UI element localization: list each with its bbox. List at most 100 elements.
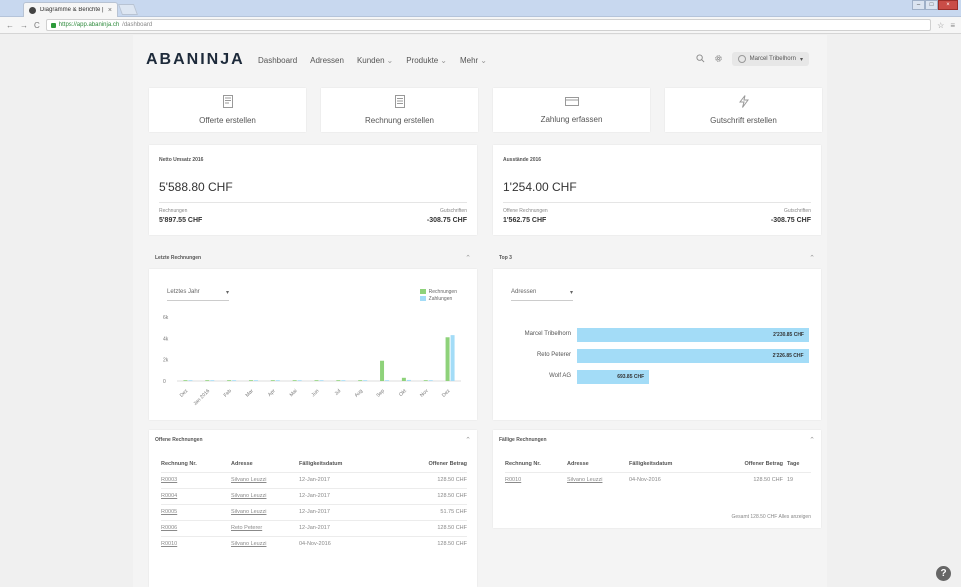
top3-bar: 2'226.85 CHF <box>577 349 809 363</box>
column-header[interactable]: Offener Betrag <box>717 456 783 472</box>
browser-menu-icon[interactable]: ≡ <box>950 21 955 30</box>
address-link[interactable]: Silvano Leuzzi <box>231 535 299 552</box>
help-icon[interactable]: ? <box>936 566 951 581</box>
nav-kunden[interactable]: Kunden ⌄ <box>357 56 393 65</box>
x-tick-label: Dez <box>441 388 452 399</box>
x-tick-label: Jul <box>333 388 342 397</box>
column-header[interactable]: Rechnung Nr. <box>161 456 231 472</box>
search-icon[interactable] <box>696 53 705 65</box>
collapse-icon[interactable]: ⌃ <box>809 436 815 444</box>
top3-filter-select[interactable]: Adressen ▾ <box>511 289 573 301</box>
x-tick-label: Nov <box>419 388 430 399</box>
abaninja-logo[interactable]: ABANINJA <box>146 51 245 69</box>
top3-name: Reto Peterer <box>536 352 571 358</box>
x-tick-label: Feb <box>223 388 233 398</box>
ausstaende-card: Ausstände 2016 1'254.00 CHF Offene Rechn… <box>493 145 821 235</box>
create-offer-button[interactable]: Offerte erstellen <box>149 88 306 132</box>
x-tick-label: Jan 2016 <box>192 388 211 407</box>
app-page: ABANINJA Dashboard Adressen Kunden ⌄ Prod… <box>133 35 827 587</box>
days-overdue: 19 <box>783 471 811 488</box>
tab-close-icon[interactable]: × <box>108 7 112 14</box>
due-date: 12-Jan-2017 <box>299 487 391 504</box>
back-button[interactable]: ← <box>6 21 14 30</box>
chart-bar <box>210 380 215 381</box>
column-header[interactable]: Adresse <box>231 456 299 472</box>
browser-tab[interactable]: Diagramme & Berichte | × <box>23 2 118 17</box>
due-date: 12-Jan-2017 <box>299 471 391 488</box>
address-link[interactable]: Reto Peterer <box>231 519 299 536</box>
column-header[interactable]: Rechnung Nr. <box>505 456 567 472</box>
user-menu-button[interactable]: Marcel Tribelhorn ▾ <box>731 52 809 66</box>
column-header[interactable]: Adresse <box>567 456 629 472</box>
nav-dashboard[interactable]: Dashboard <box>258 56 297 65</box>
open-amount: 128.50 CHF <box>391 519 467 536</box>
column-header[interactable]: Offener Betrag <box>391 456 467 472</box>
forward-button[interactable]: → <box>20 21 28 30</box>
address-link[interactable]: Silvano Leuzzi <box>231 487 299 504</box>
collapse-icon[interactable]: ⌃ <box>465 254 471 262</box>
chevron-down-icon: ⌄ <box>440 56 447 65</box>
invoice-number-link[interactable]: R0004 <box>161 487 231 504</box>
open-invoices-value: 1'562.75 CHF <box>503 217 547 224</box>
nav-adressen[interactable]: Adressen <box>310 56 344 65</box>
table-row[interactable]: R0006 Reto Peterer 12-Jan-2017 128.50 CHF <box>161 519 467 536</box>
table-row[interactable]: R0005 Silvano Leuzzi 12-Jan-2017 51.75 CHF <box>161 503 467 520</box>
invoice-number-link[interactable]: R0010 <box>161 535 231 552</box>
table-header-row: Rechnung Nr. Adresse Fälligkeitsdatum Of… <box>161 456 467 472</box>
minimize-button[interactable]: – <box>912 0 925 10</box>
top3-value: 693.85 CHF <box>617 374 645 380</box>
invoice-number-link[interactable]: R0010 <box>505 471 567 488</box>
chart-bar <box>292 380 297 381</box>
table-row[interactable]: R0003 Silvano Leuzzi 12-Jan-2017 128.50 CHF <box>161 471 467 488</box>
y-tick-label: 0 <box>163 379 166 385</box>
chart-bar <box>358 380 363 381</box>
record-payment-button[interactable]: Zahlung erfassen <box>493 88 650 132</box>
avatar <box>737 55 746 63</box>
open-invoices-label: Offene Rechnungen <box>503 208 548 214</box>
table-row[interactable]: R0010 Silvano Leuzzi 04-Nov-2016 128.50 CHF… <box>505 471 811 488</box>
invoice-number-link[interactable]: R0003 <box>161 471 231 488</box>
table-row[interactable]: R0004 Silvano Leuzzi 12-Jan-2017 128.50 CHF <box>161 487 467 504</box>
address-link[interactable]: Silvano Leuzzi <box>567 471 629 488</box>
open-invoices-card: Offene Rechnungen ⌃ Rechnung Nr. Adresse… <box>149 430 477 587</box>
create-invoice-button[interactable]: Rechnung erstellen <box>321 88 478 132</box>
bookmark-star-icon[interactable]: ☆ <box>937 21 944 30</box>
due-invoices-footer[interactable]: Gesamt 128.50 CHF Alles anzeigen <box>732 514 812 520</box>
reload-button[interactable]: C <box>34 21 40 30</box>
maximize-button[interactable]: □ <box>925 0 938 10</box>
x-tick-label: Mar <box>245 388 256 399</box>
x-tick-label: Apr <box>267 388 277 398</box>
top3-name: Wolf AG <box>549 373 571 379</box>
action-label: Zahlung erfassen <box>540 115 603 124</box>
column-header[interactable]: Tage <box>783 456 811 472</box>
x-tick-label: Okt <box>398 388 408 398</box>
column-header[interactable]: Fälligkeitsdatum <box>629 456 717 472</box>
ausstaende-value: 1'254.00 CHF <box>503 180 577 194</box>
column-header[interactable]: Fälligkeitsdatum <box>299 456 391 472</box>
invoice-number-link[interactable]: R0006 <box>161 519 231 536</box>
top3-bar: 693.85 CHF <box>577 370 650 384</box>
new-tab-button[interactable] <box>117 4 139 15</box>
invoice-number-link[interactable]: R0005 <box>161 503 231 520</box>
invoice-bar-chart: 02k4k6kDez Jan 2016 Feb Mar Apr Mai Jun Jul Aug S… <box>163 315 461 407</box>
chevron-down-icon: ▾ <box>799 56 803 63</box>
x-tick-label: Jun <box>310 388 320 398</box>
action-label: Gutschrift erstellen <box>710 116 777 125</box>
gear-icon[interactable] <box>714 54 723 65</box>
open-amount: 128.50 CHF <box>717 471 783 488</box>
nav-produkte[interactable]: Produkte ⌄ <box>406 56 447 65</box>
lock-icon <box>50 22 56 28</box>
panel-title: Offene Rechnungen <box>155 437 203 443</box>
chart-bar <box>232 380 237 381</box>
create-credit-button[interactable]: Gutschrift erstellen <box>665 88 822 132</box>
address-link[interactable]: Silvano Leuzzi <box>231 503 299 520</box>
collapse-icon[interactable]: ⌃ <box>809 254 815 262</box>
collapse-icon[interactable]: ⌃ <box>465 436 471 444</box>
nav-mehr[interactable]: Mehr ⌄ <box>460 56 487 65</box>
close-window-button[interactable]: × <box>938 0 958 10</box>
user-name: Marcel Tribelhorn <box>749 56 796 62</box>
table-row[interactable]: R0010 Silvano Leuzzi 04-Nov-2016 128.50 CHF <box>161 535 467 552</box>
address-link[interactable]: Silvano Leuzzi <box>231 471 299 488</box>
action-label: Offerte erstellen <box>199 116 256 125</box>
url-input[interactable]: https://app.abaninja.ch/dashboard <box>45 19 932 31</box>
